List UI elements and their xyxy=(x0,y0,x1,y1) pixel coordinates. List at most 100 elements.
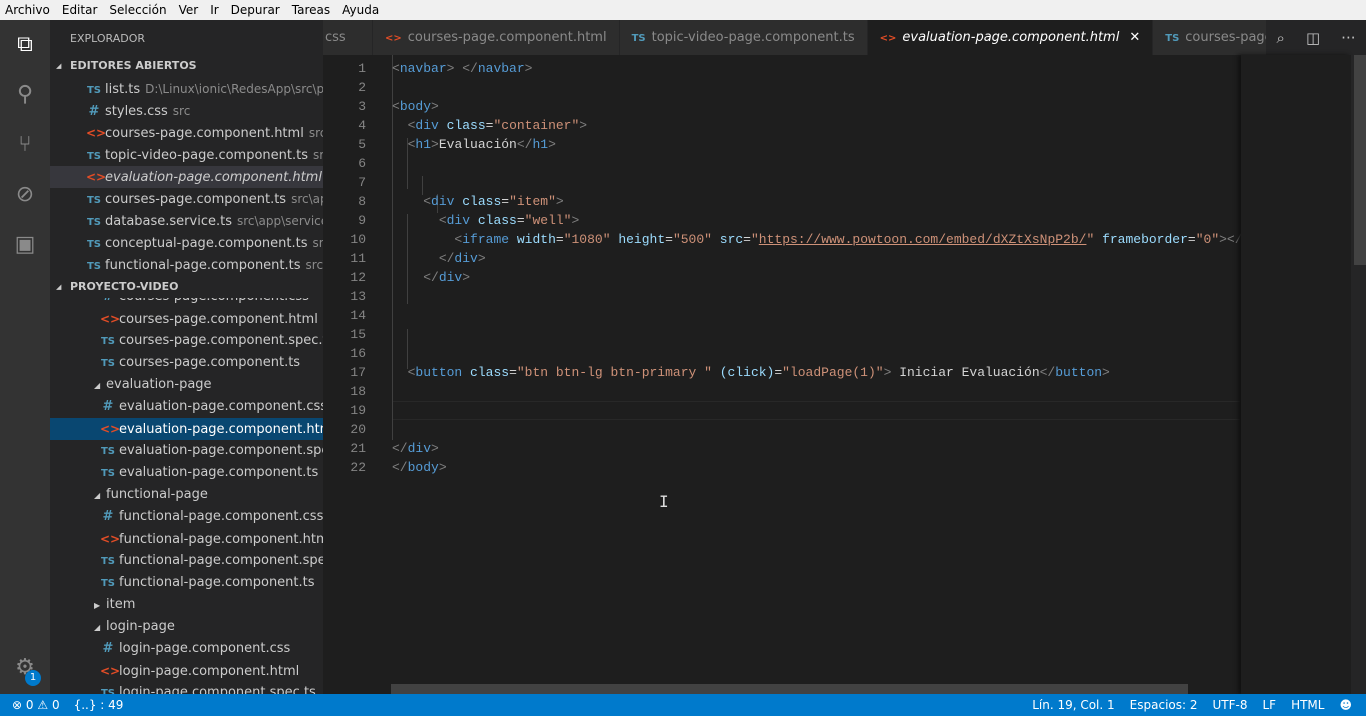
open-editor-item[interactable]: TSlist.ts D:\Linux\ionic\RedesApp\src\pag… xyxy=(50,78,323,100)
section-open-editors[interactable]: EDITORES ABIERTOS xyxy=(50,55,323,77)
horizontal-scrollbar[interactable] xyxy=(391,684,1188,694)
file-item[interactable]: TS evaluation-page.component.ts xyxy=(50,462,323,484)
code-token[interactable]: https://www.powtoon.com/embed/dXZtXsNpP2… xyxy=(759,232,1087,247)
file-label: courses-page.component.html xyxy=(105,126,304,141)
code-line[interactable]: <div class="item"> xyxy=(392,192,563,211)
folder-item[interactable]: ▶ item xyxy=(50,594,323,616)
encoding[interactable]: UTF-8 xyxy=(1213,694,1248,716)
code-token: div xyxy=(454,251,478,266)
code-token: h1 xyxy=(532,137,549,152)
open-editor-item[interactable]: TSfunctional-page.component.ts src\ap... xyxy=(50,254,323,276)
menu-item[interactable]: Editar xyxy=(62,3,98,17)
extensions-icon[interactable]: ▣ xyxy=(13,233,37,257)
tab[interactable]: css xyxy=(323,20,373,55)
open-editor-item[interactable]: TSdatabase.service.ts src\app\services xyxy=(50,210,323,232)
file-label: courses-page.component.ts xyxy=(119,355,301,370)
line-number: 1 xyxy=(358,61,366,76)
files-icon[interactable]: ⧉ xyxy=(13,33,37,57)
code-line[interactable]: <h1>Evaluación</h1> xyxy=(392,135,556,154)
open-editor-item[interactable]: <>evaluation-page.component.htmlsrc... xyxy=(50,166,323,188)
debug-icon[interactable]: ⊘ xyxy=(13,183,37,207)
code-line[interactable]: </div> xyxy=(392,249,486,268)
file-item[interactable]: TS login-page.component.spec.ts xyxy=(50,682,323,694)
code-line[interactable]: <iframe width="1080" height="500" src="h… xyxy=(392,230,1241,249)
symbols-indicator[interactable]: {..} : 49 xyxy=(74,694,124,716)
open-editor-item[interactable]: TStopic-video-page.component.ts src\... xyxy=(50,144,323,166)
code-line[interactable]: </div> xyxy=(392,439,439,458)
file-item[interactable]: # functional-page.component.css xyxy=(50,506,323,528)
code-line[interactable]: <button class="btn btn-lg btn-primary " … xyxy=(392,363,1110,382)
file-item[interactable]: TSfunctional-page.component.spec.ts xyxy=(50,550,323,572)
file-item[interactable]: TS functional-page.component.ts xyxy=(50,572,323,594)
file-label: login-page.component.css xyxy=(119,641,291,656)
indentation[interactable]: Espacios: 2 xyxy=(1130,694,1198,716)
file-item[interactable]: # evaluation-page.component.css xyxy=(50,396,323,418)
code-line[interactable]: </div> xyxy=(392,268,470,287)
tab[interactable]: <> courses-page.component.html xyxy=(373,20,620,55)
file-item[interactable]: # login-page.component.css xyxy=(50,638,323,660)
code-token: = xyxy=(509,365,517,380)
code-token: class xyxy=(462,194,502,209)
problems-indicator[interactable]: ⊗ 0 ⚠ 0 xyxy=(12,694,60,716)
editor[interactable]: css <> courses-page.component.html TS topic-… xyxy=(323,20,1366,694)
open-preview-icon[interactable]: ⌕ xyxy=(1277,29,1285,47)
file-item[interactable]: TSevaluation-page.component.spec.ts xyxy=(50,440,323,462)
code-line[interactable]: <body> xyxy=(392,97,439,116)
file-label: functional-page.component.ts xyxy=(119,575,315,590)
open-editor-item[interactable]: # styles.css src xyxy=(50,100,323,122)
code-line[interactable]: <div class="well"> xyxy=(392,211,579,230)
file-item[interactable]: TS courses-page.component.ts xyxy=(50,352,323,374)
language-mode[interactable]: HTML xyxy=(1291,694,1324,716)
open-editor-item[interactable]: TScourses-page.component.ts src\app\... xyxy=(50,188,323,210)
menu-item[interactable]: Depurar xyxy=(231,3,280,17)
section-project[interactable]: PROYECTO-VIDEO xyxy=(50,276,323,298)
source-control-icon[interactable]: ⑂ xyxy=(13,133,37,157)
ts-file-icon: TS xyxy=(86,151,102,162)
menu-item[interactable]: Ayuda xyxy=(342,3,379,17)
code-line[interactable]: <navbar> </navbar> xyxy=(392,59,532,78)
close-icon[interactable]: ✕ xyxy=(1129,30,1140,45)
code-token: "well" xyxy=(524,213,572,228)
chevron-down-icon[interactable]: ◢ xyxy=(94,617,106,638)
search-icon[interactable]: ⚲ xyxy=(13,83,37,107)
vertical-scrollbar-thumb[interactable] xyxy=(1354,55,1366,265)
menu-item[interactable]: Selección xyxy=(109,3,166,17)
cursor-position[interactable]: Lín. 19, Col. 1 xyxy=(1032,694,1114,716)
line-ending[interactable]: LF xyxy=(1262,694,1276,716)
code-token: "1080" xyxy=(563,232,611,247)
code-token: = xyxy=(1187,232,1196,247)
menu-item[interactable]: Ver xyxy=(179,3,199,17)
open-editor-item[interactable]: TSconceptual-page.component.ts src\a... xyxy=(50,232,323,254)
tab[interactable]: TS topic-video-page.component.ts xyxy=(619,20,868,55)
chevron-right-icon[interactable]: ▶ xyxy=(94,595,106,616)
minimap[interactable] xyxy=(1241,55,1351,694)
code-token: div xyxy=(431,194,455,209)
line-number: 2 xyxy=(358,80,366,95)
chevron-down-icon[interactable]: ◢ xyxy=(94,485,106,506)
file-item[interactable]: TS courses-page.component.spec.ts xyxy=(50,330,323,352)
file-item[interactable]: <>functional-page.component.html xyxy=(50,528,323,550)
menu-item[interactable]: Ir xyxy=(210,3,218,17)
folder-item[interactable]: ◢ login-page xyxy=(50,616,323,638)
file-item[interactable]: <>courses-page.component.html xyxy=(50,308,323,330)
code-token: < xyxy=(438,213,447,228)
menu-item[interactable]: Tareas xyxy=(292,3,330,17)
split-editor-icon[interactable]: ◫ xyxy=(1306,29,1320,47)
tab[interactable]: <> evaluation-page.component.html ✕ xyxy=(867,20,1154,55)
code-line[interactable]: <div class="container"> xyxy=(392,116,588,135)
file-item[interactable]: <>login-page.component.html xyxy=(50,660,323,682)
open-editor-item[interactable]: <>courses-page.component.html src\a... xyxy=(50,122,323,144)
chevron-down-icon[interactable]: ◢ xyxy=(94,375,106,396)
file-item[interactable]: <>evaluation-page.component.html xyxy=(50,418,323,440)
text-cursor-icon: I xyxy=(659,492,669,511)
code-line[interactable]: </body> xyxy=(392,458,447,477)
menu-item[interactable]: Archivo xyxy=(5,3,50,17)
code-area[interactable]: 1 <navbar> </navbar> 2 3 <body> 4 <div class=… xyxy=(323,55,1241,694)
ts-file-icon: TS xyxy=(100,358,116,369)
folder-item[interactable]: ◢ evaluation-page xyxy=(50,374,323,396)
folder-item[interactable]: ◢ functional-page xyxy=(50,484,323,506)
feedback-smiley-icon[interactable]: ☻ xyxy=(1339,694,1352,716)
more-actions-icon[interactable]: ··· xyxy=(1341,29,1355,47)
